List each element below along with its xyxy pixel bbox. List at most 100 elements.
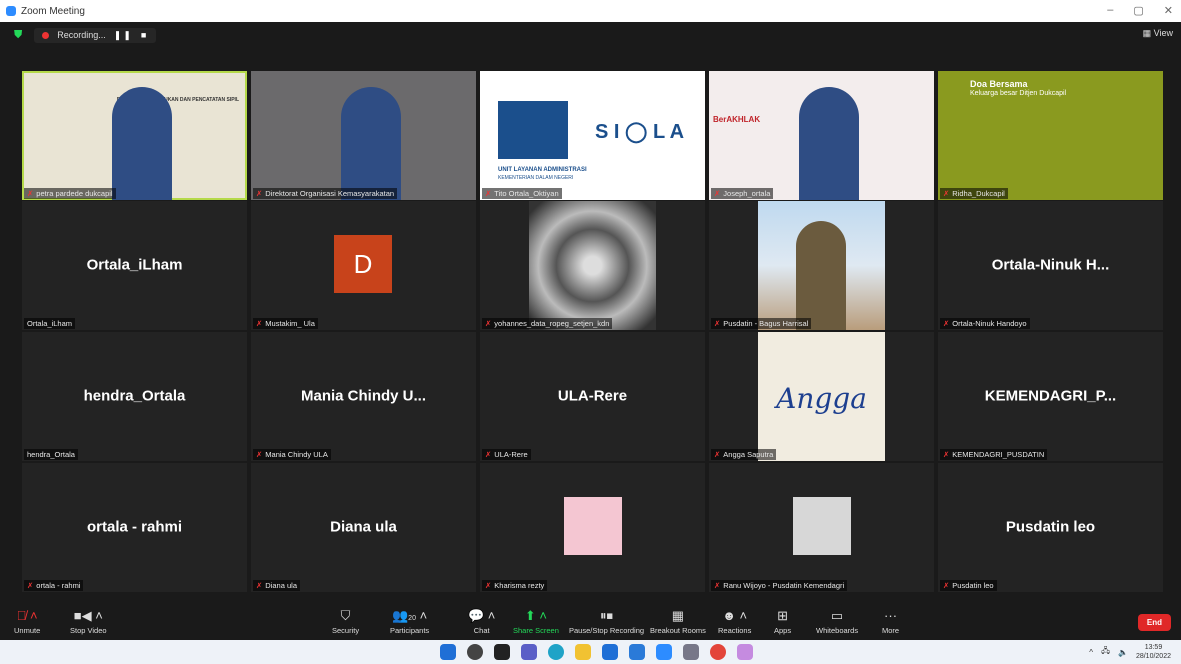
participant-display-name: hendra_Ortala — [83, 387, 186, 405]
apps-button[interactable]: ⊞ Apps — [774, 608, 791, 635]
search-icon[interactable] — [467, 644, 483, 660]
participant-tile[interactable]: ✗ Direktorat Organisasi Kemasyarakatan — [251, 71, 476, 200]
view-button[interactable]: ▦ View — [1143, 28, 1173, 39]
participant-name-label: ✗ Direktorat Organisasi Kemasyarakatan — [253, 188, 398, 199]
maximize-button[interactable]: ▢ — [1133, 4, 1143, 17]
unmute-button[interactable]: 🎙̸ ˄ Unmute — [14, 608, 40, 635]
pause-recording-button[interactable]: ❚❚ — [114, 30, 133, 41]
participants-count: 20 — [408, 615, 416, 622]
participant-name-label: ✗ Joseph_ortala — [711, 188, 774, 199]
participant-tile[interactable]: Ortala-Ninuk H... ✗ Ortala-Ninuk Handoyo — [938, 201, 1163, 330]
network-icon[interactable]: 🖧 — [1101, 645, 1110, 659]
participant-name-label: ✗ yohannes_data_ropeg_setjen_kdn — [482, 318, 613, 329]
encryption-shield-icon[interactable]: ⛊ — [14, 29, 22, 42]
file-explorer-icon[interactable] — [575, 644, 591, 660]
extra-app-icon[interactable] — [737, 644, 753, 660]
person-figure — [799, 87, 859, 200]
participant-tile[interactable]: S I ◯ L A UNIT LAYANAN ADMINISTRASI KEME… — [480, 71, 705, 200]
participant-tile[interactable]: Diana ula ✗ Diana ula — [251, 463, 476, 592]
muted-mic-icon: ✗ — [943, 319, 950, 328]
view-label: View — [1153, 28, 1173, 38]
muted-mic-icon: ✗ — [256, 450, 263, 459]
doa-title: Doa Bersama — [970, 79, 1028, 89]
participant-tile[interactable]: ✗ Pusdatin - Bagus Harrisal — [709, 201, 934, 330]
profile-picture — [564, 497, 622, 555]
participant-tile[interactable]: hendra_Ortala hendra_Ortala — [22, 332, 247, 461]
participant-name-label: ✗ KEMENDAGRI_PUSDATIN — [940, 449, 1048, 460]
title-bar: Zoom Meeting – ▢ ✕ — [0, 0, 1181, 22]
participant-display-name: Mania Chindy U... — [300, 387, 426, 405]
pause-recording-label: Pause/Stop Recording — [569, 626, 645, 635]
video-feed — [529, 201, 656, 330]
security-button[interactable]: ⛉ Security — [332, 608, 359, 635]
minimize-button[interactable]: – — [1107, 4, 1113, 17]
chat-button[interactable]: 💬 ˄ Chat — [468, 608, 495, 635]
participant-tile[interactable]: KEMENDAGRI_P... ✗ KEMENDAGRI_PUSDATIN — [938, 332, 1163, 461]
participant-name-label: ✗ Angga Saputra — [711, 449, 777, 460]
start-icon[interactable] — [440, 644, 456, 660]
muted-mic-icon: ✗ — [714, 189, 721, 198]
participant-tile[interactable]: ULA-Rere ✗ ULA-Rere — [480, 332, 705, 461]
clock[interactable]: 13:59 28/10/2022 — [1136, 643, 1171, 661]
angga-logo: Angga — [776, 382, 867, 415]
participant-name-label: ✗ Ridha_Dukcapil — [940, 188, 1008, 199]
participant-tile[interactable]: Angga ✗ Angga Saputra — [709, 332, 934, 461]
whiteboard-icon: ▭ — [830, 608, 844, 623]
participant-tile[interactable]: ✗ Kharisma rezty — [480, 463, 705, 592]
person-figure — [112, 87, 172, 200]
video-feed: Angga — [758, 332, 885, 461]
volume-icon[interactable]: 🔈 — [1118, 648, 1128, 657]
more-button[interactable]: ··· More — [882, 608, 899, 635]
participant-tile[interactable]: Doa Bersama Keluarga besar Ditjen Dukcap… — [938, 71, 1163, 200]
participant-name-label: Ortala_iLham — [24, 318, 76, 329]
participant-name-label: hendra_Ortala — [24, 449, 78, 460]
apps-icon: ⊞ — [777, 608, 788, 623]
unmute-label: Unmute — [14, 626, 41, 635]
participant-tile[interactable]: DITJEN KEPENDUDUKAN DAN PENCATATAN SIPIL… — [22, 71, 247, 200]
edge-icon[interactable] — [548, 644, 564, 660]
participant-name-label: ✗ Ortala-Ninuk Handoyo — [940, 318, 1030, 329]
mail-icon[interactable] — [602, 644, 618, 660]
date-text: 28/10/2022 — [1135, 653, 1171, 660]
settings-icon[interactable] — [683, 644, 699, 660]
participant-tile[interactable]: ✗ yohannes_data_ropeg_setjen_kdn — [480, 201, 705, 330]
participant-display-name: Pusdatin leo — [1005, 518, 1096, 536]
participant-name-label: ✗ Pusdatin leo — [940, 580, 997, 591]
participant-name-label: ✗ Kharisma rezty — [482, 580, 548, 591]
breakout-rooms-icon: ▦ — [671, 608, 685, 623]
tray-chevron-icon[interactable]: ^ — [1089, 648, 1093, 657]
share-screen-button[interactable]: ⬆ ˄ Share Screen — [513, 608, 559, 635]
apps-label: Apps — [774, 626, 792, 635]
participant-name-label: ✗ petra pardede dukcapil — [24, 188, 116, 199]
participant-tile[interactable]: Pusdatin leo ✗ Pusdatin leo — [938, 463, 1163, 592]
chrome-icon[interactable] — [710, 644, 726, 660]
meeting-top-bar: ⛊ Recording... ❚❚ ■ — [0, 22, 1181, 48]
store-icon[interactable] — [629, 644, 645, 660]
muted-mic-icon: ✗ — [943, 581, 950, 590]
meeting-controls: 🎙̸ ˄ Unmute ■◀ ˄ Stop Video ⛉ Security 👥20 … — [0, 604, 1181, 640]
muted-mic-icon: ✗ — [27, 581, 34, 590]
security-label: Security — [332, 626, 360, 635]
participant-tile[interactable]: ✗ Ranu Wijoyo - Pusdatin Kemendagri — [709, 463, 934, 592]
participant-tile[interactable]: D ✗ Mustakim_ Ula — [251, 201, 476, 330]
chat-label: Chat — [473, 626, 490, 635]
participants-button[interactable]: 👥20 ˄ Participants — [390, 608, 429, 635]
breakout-rooms-button[interactable]: ▦ Breakout Rooms — [650, 608, 706, 635]
pause-recording-control[interactable]: ⏸⏹ Pause/Stop Recording — [569, 608, 644, 635]
participant-tile[interactable]: Mania Chindy U... ✗ Mania Chindy ULA — [251, 332, 476, 461]
taskview-icon[interactable] — [494, 644, 510, 660]
muted-mic-icon: ✗ — [485, 319, 492, 328]
time-text: 13:59 — [1144, 644, 1163, 651]
stop-video-button[interactable]: ■◀ ˄ Stop Video — [70, 608, 107, 635]
end-meeting-button[interactable]: End — [1137, 614, 1171, 631]
participant-tile[interactable]: Ortala_iLham Ortala_iLham — [22, 201, 247, 330]
close-button[interactable]: ✕ — [1164, 4, 1173, 17]
stop-recording-button[interactable]: ■ — [141, 30, 148, 40]
whiteboards-button[interactable]: ▭ Whiteboards — [816, 608, 858, 635]
participant-tile[interactable]: BerAKHLAK ✗ Joseph_ortala — [709, 71, 934, 200]
reactions-button[interactable]: ☻ ˄ Reactions — [718, 608, 751, 635]
chat-app-icon[interactable] — [521, 644, 537, 660]
participant-tile[interactable]: ortala - rahmi ✗ ortala - rahmi — [22, 463, 247, 592]
zoom-app-icon[interactable] — [656, 644, 672, 660]
muted-mic-icon: ✗ — [714, 450, 721, 459]
